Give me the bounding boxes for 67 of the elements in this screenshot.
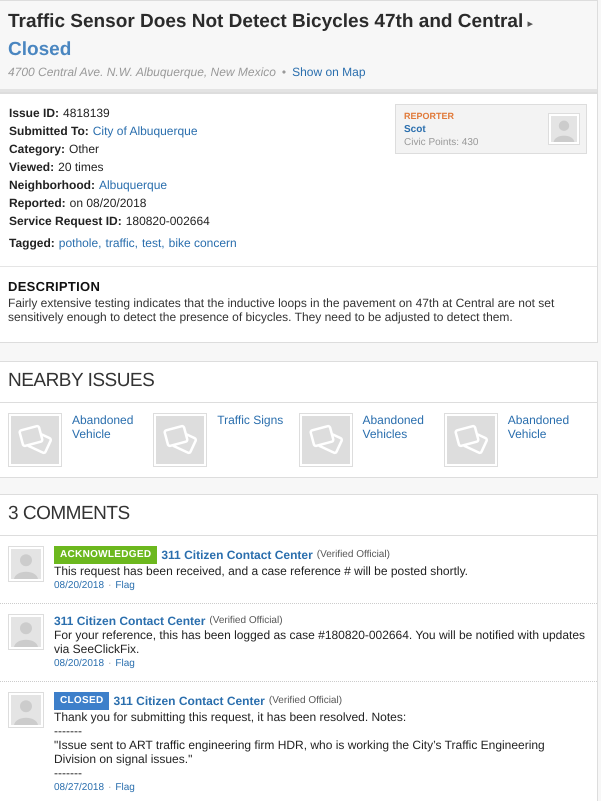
separator-dot: · — [108, 781, 112, 795]
issue-status: Closed — [8, 38, 72, 62]
separator-dot: · — [108, 579, 112, 593]
issue-title: Traffic Sensor Does Not Detect Bicycles 47th and Central ▸ — [8, 10, 534, 34]
flag-link[interactable]: Flag — [115, 579, 135, 593]
field-value: Other — [69, 141, 100, 158]
author-role: (Verified Official) — [209, 614, 283, 628]
field-value: on 08/20/2018 — [70, 195, 146, 212]
tag-link[interactable]: pothole, — [58, 234, 102, 252]
field-label: Tagged: — [9, 235, 55, 252]
avatar-icon — [8, 546, 44, 582]
separator-dot: · — [108, 657, 112, 671]
field-label: Category: — [9, 141, 66, 158]
author-role: (Verified Official) — [268, 694, 342, 708]
status-badge: CLOSED — [54, 692, 110, 710]
author-role: (Verified Official) — [316, 548, 390, 562]
comment-date[interactable]: 08/20/2018 — [54, 579, 104, 593]
author-link[interactable]: 311 Citizen Contact Center — [113, 694, 265, 708]
comment-text: ------- — [54, 766, 83, 780]
field-link[interactable]: Albuquerque — [98, 176, 168, 194]
nearby-issue-link[interactable]: Abandoned Vehicle — [508, 413, 589, 467]
field-label: Reported: — [9, 195, 66, 212]
field-value: 180820-002664 — [126, 213, 210, 230]
reporter-heading: REPORTER — [404, 110, 456, 122]
comment-text: For your reference, this has been logged as case #180820-002664. You will be notified with updates via SeeClickFix. — [54, 628, 586, 656]
field-label: Issue ID: — [9, 105, 60, 122]
comment-date[interactable]: 08/27/2018 — [54, 781, 104, 795]
comment-text: This request has been received, and a case reference # will be posted shortly. — [54, 564, 468, 578]
photo-placeholder-icon — [153, 413, 208, 467]
photo-placeholder-icon — [8, 413, 62, 467]
field-label: Service Request ID: — [9, 213, 122, 230]
tag-link[interactable]: traffic, — [105, 234, 138, 252]
comment-text: "Issue sent to ART traffic engineering firm HDR, who is working the City’s Traffic Engineering Division on signal issues." — [54, 738, 546, 766]
tag-link[interactable]: test, — [142, 234, 165, 252]
comment-date[interactable]: 08/20/2018 — [54, 657, 104, 671]
tag-link[interactable]: bike concern — [168, 234, 237, 252]
flag-link[interactable]: Flag — [115, 781, 135, 795]
avatar-icon — [548, 113, 580, 145]
photo-placeholder-icon — [298, 413, 352, 467]
nearby-issue-link[interactable]: Traffic Signs — [217, 413, 284, 467]
separator-dot: • — [282, 65, 286, 79]
reporter-name[interactable]: Scot — [404, 122, 478, 136]
field-label: Neighborhood: — [9, 177, 95, 194]
status-badge: ACKNOWLEDGED — [54, 546, 158, 564]
show-on-map-link[interactable]: Show on Map — [292, 65, 366, 79]
field-link[interactable]: City of Albuquerque — [92, 122, 198, 140]
arrow-icon: ▸ — [527, 18, 534, 30]
nearby-issue-link[interactable]: Abandoned Vehicles — [362, 413, 444, 467]
flag-link[interactable]: Flag — [115, 657, 135, 671]
comment-text: Thank you for submitting this request, it has been resolved. Notes: — [54, 710, 408, 724]
field-value: 4818139 — [63, 105, 110, 122]
author-link[interactable]: 311 Citizen Contact Center — [161, 548, 313, 562]
section-heading: 3 COMMENTS — [0, 495, 597, 536]
author-link[interactable]: 311 Citizen Contact Center — [54, 614, 206, 628]
civic-points: Civic Points: 430 — [404, 136, 478, 148]
address: 4700 Central Ave. N.W. Albuquerque, New Mexico — [8, 65, 276, 79]
field-label: Viewed: — [9, 159, 54, 176]
avatar-icon — [8, 692, 44, 728]
comment-text: ------- — [54, 724, 83, 738]
field-label: Submitted To: — [9, 123, 89, 140]
photo-placeholder-icon — [444, 413, 498, 467]
avatar-icon — [8, 614, 44, 650]
section-heading: NEARBY ISSUES — [0, 362, 597, 403]
nearby-issue-link[interactable]: Abandoned Vehicle — [72, 413, 154, 467]
field-value: 20 times — [58, 159, 104, 176]
description-text: Fairly extensive testing indicates that the inductive loops in the pavement on 47th at Central are not set sensitively enough to detect the presence of bicycles. They need to be adjusted to detect them. — [8, 296, 556, 324]
description-heading: DESCRIPTION — [8, 279, 102, 294]
